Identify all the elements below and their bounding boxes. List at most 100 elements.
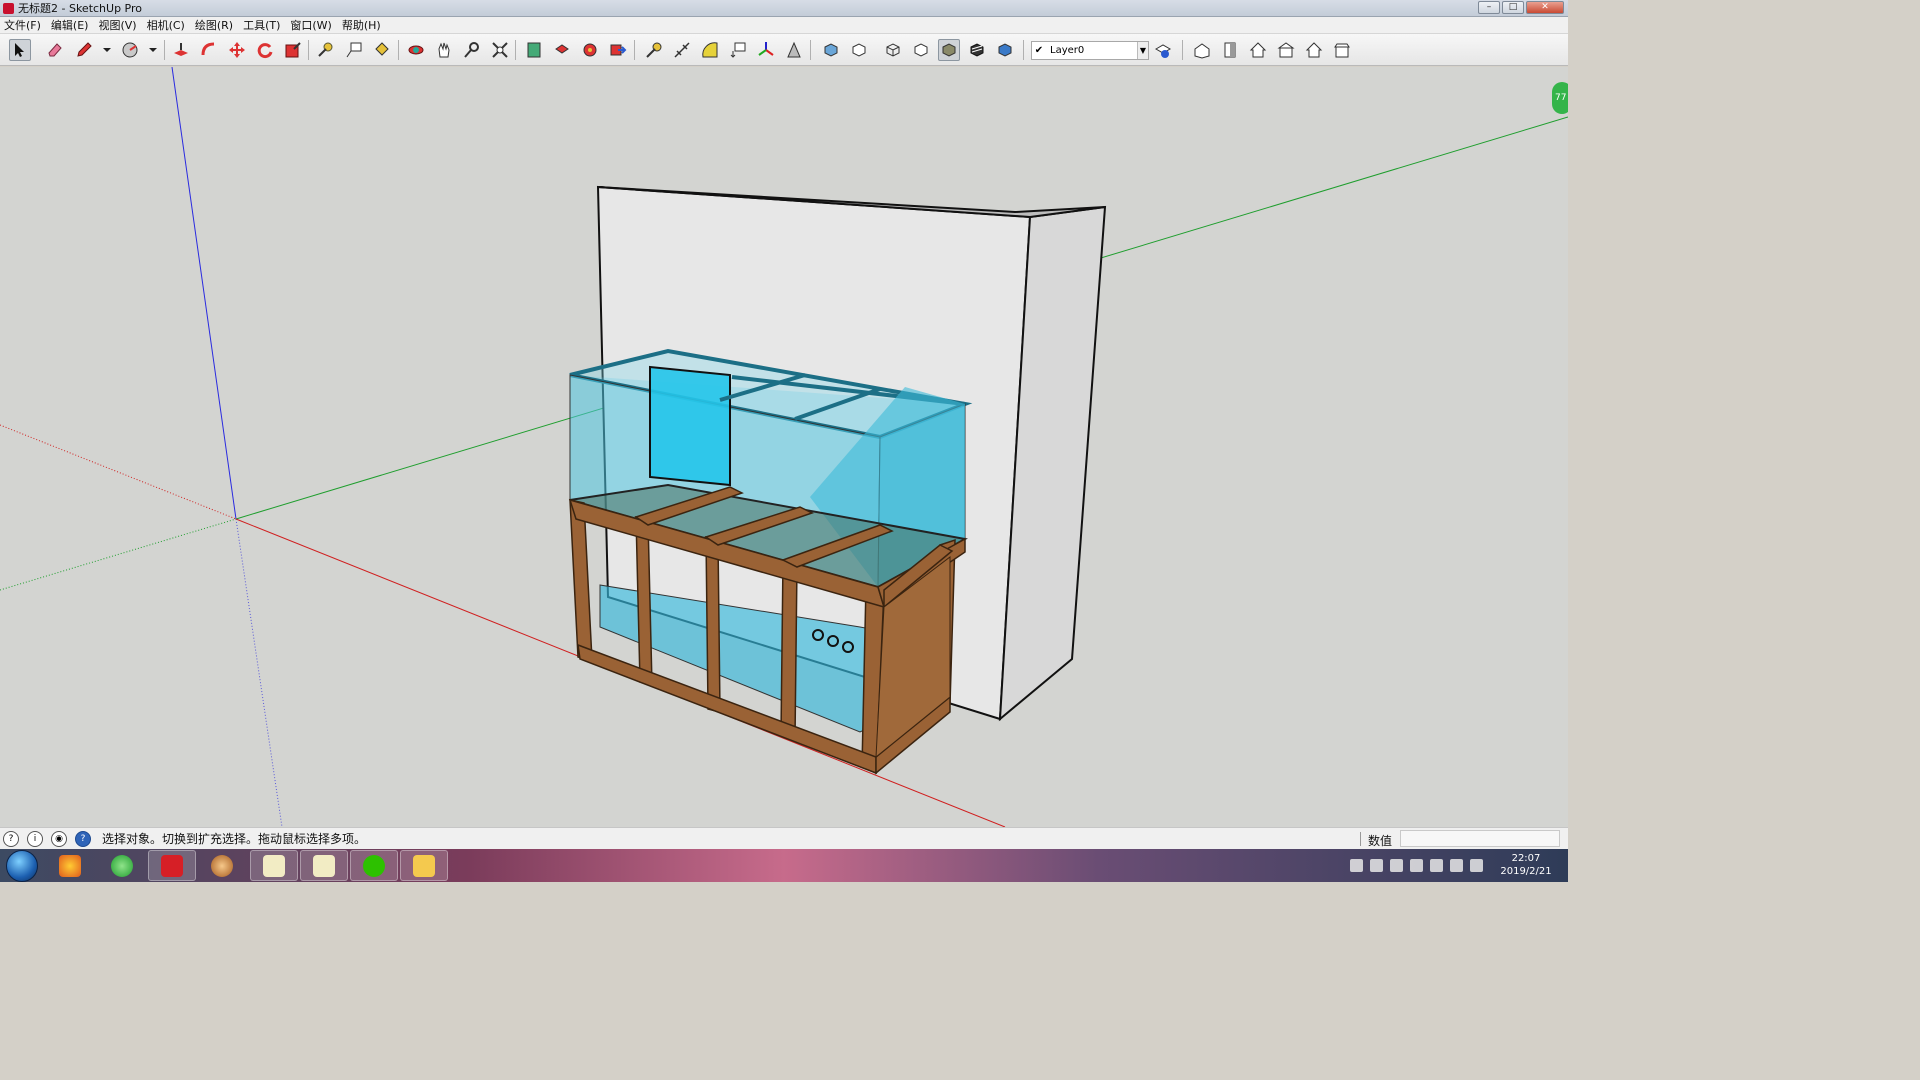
shaded-textures-icon[interactable] — [966, 39, 988, 61]
circle-dropdown-icon[interactable] — [142, 39, 164, 61]
eraser-icon[interactable] — [44, 39, 66, 61]
orbit-icon[interactable] — [405, 39, 427, 61]
taskbar-browser[interactable] — [98, 850, 146, 881]
back-view-icon[interactable] — [1303, 39, 1325, 61]
geo-location-icon[interactable]: ? — [3, 830, 19, 847]
menu-help[interactable]: 帮助(H) — [342, 17, 381, 33]
circle-icon[interactable] — [119, 39, 141, 61]
pan-icon[interactable] — [433, 39, 455, 61]
menu-edit[interactable]: 编辑(E) — [51, 17, 89, 33]
shaded-icon[interactable] — [938, 39, 960, 61]
protractor-icon[interactable] — [699, 39, 721, 61]
menu-draw[interactable]: 绘图(R) — [195, 17, 233, 33]
green-axis-negative — [0, 518, 237, 591]
tray-wechat-icon[interactable] — [1390, 858, 1403, 872]
axes-icon[interactable] — [755, 39, 777, 61]
toolbar-separator — [164, 40, 165, 60]
start-button[interactable] — [6, 850, 38, 882]
menu-bar: 文件(F) 编辑(E) 视图(V) 相机(C) 绘图(R) 工具(T) 窗口(W… — [0, 17, 1568, 34]
front-view-icon[interactable] — [1247, 39, 1269, 61]
toolbar-separator — [810, 40, 811, 60]
back-edges-icon[interactable] — [848, 39, 870, 61]
measurements-input[interactable] — [1400, 830, 1560, 847]
chevron-down-icon[interactable]: ▼ — [1137, 42, 1148, 59]
menu-file[interactable]: 文件(F) — [4, 17, 41, 33]
toolbar-separator — [515, 40, 516, 60]
system-tray — [1350, 853, 1483, 877]
scale-icon[interactable] — [282, 39, 304, 61]
extension-icon[interactable] — [579, 39, 601, 61]
xray-icon[interactable] — [820, 39, 842, 61]
tray-signal-icon[interactable] — [1450, 858, 1463, 872]
left-view-icon[interactable] — [1331, 39, 1353, 61]
close-button[interactable]: ✕ — [1526, 1, 1564, 14]
tray-keyboard-icon[interactable] — [1350, 858, 1363, 872]
clock-date: 2019/2/21 — [1500, 866, 1552, 877]
pencil-icon[interactable] — [73, 39, 95, 61]
layer-select[interactable]: ✔ Layer0 ▼ — [1031, 41, 1149, 60]
select-icon[interactable] — [9, 39, 31, 61]
windows-taskbar: 22:07 2019/2/21 — [0, 849, 1568, 882]
maximize-button[interactable]: □ — [1502, 1, 1524, 14]
paint-bucket-icon[interactable] — [371, 39, 393, 61]
menu-window[interactable]: 窗口(W) — [290, 17, 331, 33]
menu-view[interactable]: 视图(V) — [98, 17, 136, 33]
taskbar-notepad-1[interactable] — [250, 850, 298, 881]
taskbar-app-avatar[interactable] — [198, 850, 246, 881]
tray-app-icon[interactable] — [1410, 858, 1423, 872]
status-bar: ? i ◉ ? 选择对象。切换到扩充选择。拖动鼠标选择多项。 数值 — [0, 827, 1568, 849]
iso-view-icon[interactable] — [1191, 39, 1213, 61]
user-icon[interactable]: ◉ — [51, 830, 67, 847]
share-icon[interactable] — [607, 39, 629, 61]
minimize-button[interactable]: – — [1478, 1, 1500, 14]
rotate-icon[interactable] — [254, 39, 276, 61]
move-icon[interactable] — [226, 39, 248, 61]
menu-tools[interactable]: 工具(T) — [243, 17, 280, 33]
zoom-icon[interactable] — [461, 39, 483, 61]
toolbar-separator — [1023, 40, 1024, 60]
3d-scene[interactable] — [0, 67, 1568, 827]
follow-me-icon[interactable] — [198, 39, 220, 61]
tape-icon[interactable] — [643, 39, 665, 61]
wireframe-icon[interactable] — [882, 39, 904, 61]
tape-measure-icon[interactable] — [315, 39, 337, 61]
monochrome-icon[interactable] — [994, 39, 1016, 61]
tray-power-icon[interactable] — [1430, 858, 1443, 872]
red-axis-negative — [0, 424, 237, 520]
help-icon[interactable]: ? — [75, 830, 91, 847]
tray-volume-icon[interactable] — [1470, 858, 1483, 872]
toolbar-separator — [398, 40, 399, 60]
taskbar-sketchup[interactable] — [148, 850, 196, 881]
measurements-label: 数值 — [1368, 834, 1393, 848]
status-separator — [1360, 832, 1361, 846]
right-view-icon[interactable] — [1275, 39, 1297, 61]
hidden-line-icon[interactable] — [910, 39, 932, 61]
overflow-box — [649, 365, 731, 487]
section-plane-icon[interactable] — [783, 39, 805, 61]
top-view-icon[interactable] — [1219, 39, 1241, 61]
taskbar-explorer[interactable] — [400, 850, 448, 881]
notification-badge[interactable]: 77 — [1552, 82, 1568, 114]
warehouse-icon[interactable] — [523, 39, 545, 61]
text-icon[interactable] — [343, 39, 365, 61]
tray-network-icon[interactable] — [1370, 858, 1383, 872]
menu-camera[interactable]: 相机(C) — [147, 17, 185, 33]
window-controls: – □ ✕ — [1478, 1, 1564, 14]
layer-manager-icon[interactable] — [1152, 39, 1174, 61]
pencil-dropdown-icon[interactable] — [96, 39, 118, 61]
taskbar-clock[interactable]: 22:07 2019/2/21 — [1496, 852, 1556, 878]
modeling-viewport[interactable]: 77 — [0, 67, 1568, 827]
push-pull-icon[interactable] — [170, 39, 192, 61]
taskbar-notepad-2[interactable] — [300, 850, 348, 881]
3d-text-icon[interactable] — [727, 39, 749, 61]
credits-icon[interactable]: i — [27, 830, 43, 847]
dimension-icon[interactable] — [671, 39, 693, 61]
title-bar: 无标题2 - SketchUp Pro – □ ✕ — [0, 0, 1568, 17]
components-icon[interactable] — [551, 39, 573, 61]
toolbar-separator — [634, 40, 635, 60]
clock-time: 22:07 — [1511, 853, 1541, 864]
zoom-extents-icon[interactable] — [489, 39, 511, 61]
taskbar-wechat[interactable] — [350, 850, 398, 881]
taskbar-app-pinned[interactable] — [46, 850, 94, 881]
toolbar-separator — [308, 40, 309, 60]
